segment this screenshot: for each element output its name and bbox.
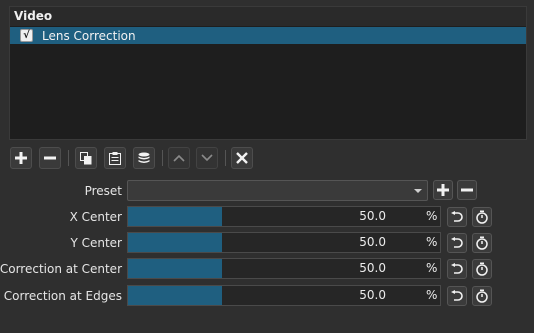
reset-button[interactable] bbox=[447, 233, 467, 253]
database-icon bbox=[138, 152, 150, 163]
correction-at-edges-slider[interactable]: 50.0 % bbox=[127, 285, 441, 306]
param-row-correction-center: Correction at Center 50.0 % bbox=[0, 258, 534, 280]
slider-unit: % bbox=[426, 235, 438, 249]
param-row-correction-edges: Correction at Edges 50.0 % bbox=[0, 285, 534, 307]
save-preset-button[interactable] bbox=[433, 180, 453, 200]
filter-enabled-checkbox[interactable]: √ bbox=[20, 29, 33, 42]
keyframes-button[interactable] bbox=[472, 207, 492, 227]
slider-value: 50.0 bbox=[359, 261, 386, 275]
paste-filters-button[interactable] bbox=[104, 147, 126, 169]
minus-icon bbox=[461, 188, 473, 192]
keyframes-button[interactable] bbox=[472, 233, 492, 253]
preset-combobox[interactable] bbox=[127, 180, 428, 201]
delete-preset-button[interactable] bbox=[457, 180, 477, 200]
reset-button[interactable] bbox=[447, 286, 467, 306]
param-label: X Center bbox=[69, 210, 122, 224]
copy-icon bbox=[80, 151, 92, 164]
deselect-button[interactable] bbox=[231, 147, 253, 169]
undo-icon bbox=[451, 237, 463, 248]
param-label: Correction at Center bbox=[0, 262, 122, 276]
filter-toolbar bbox=[10, 147, 530, 169]
add-filter-button[interactable] bbox=[10, 147, 32, 169]
keyframes-button[interactable] bbox=[472, 259, 492, 279]
slider-fill bbox=[128, 259, 222, 278]
preset-row: Preset bbox=[0, 180, 534, 202]
slider-fill bbox=[128, 233, 222, 252]
paste-icon bbox=[109, 151, 121, 165]
param-label: Correction at Edges bbox=[3, 289, 122, 303]
filter-item-lens-correction[interactable]: √ Lens Correction bbox=[10, 27, 526, 44]
plus-icon bbox=[437, 184, 449, 196]
toolbar-separator bbox=[162, 150, 163, 166]
slider-unit: % bbox=[426, 288, 438, 302]
list-header-video: Video bbox=[10, 7, 526, 26]
slider-fill bbox=[128, 286, 222, 305]
toolbar-separator bbox=[225, 150, 226, 166]
slider-fill bbox=[128, 207, 222, 226]
filter-list[interactable]: Video √ Lens Correction bbox=[9, 6, 527, 140]
param-row-y-center: Y Center 50.0 % bbox=[0, 232, 534, 254]
minus-icon bbox=[44, 156, 56, 160]
preset-label: Preset bbox=[84, 184, 122, 198]
stopwatch-icon bbox=[476, 289, 488, 303]
chevron-up-icon bbox=[173, 154, 185, 162]
remove-filter-button[interactable] bbox=[39, 147, 61, 169]
chevron-down-icon bbox=[201, 154, 213, 162]
slider-value: 50.0 bbox=[359, 235, 386, 249]
reset-button[interactable] bbox=[447, 207, 467, 227]
stopwatch-icon bbox=[476, 210, 488, 224]
param-row-x-center: X Center 50.0 % bbox=[0, 206, 534, 228]
undo-icon bbox=[451, 263, 463, 274]
slider-value: 50.0 bbox=[359, 209, 386, 223]
move-up-button[interactable] bbox=[168, 147, 190, 169]
slider-unit: % bbox=[426, 261, 438, 275]
save-filter-set-button[interactable] bbox=[133, 147, 155, 169]
x-center-slider[interactable]: 50.0 % bbox=[127, 206, 441, 227]
slider-value: 50.0 bbox=[359, 288, 386, 302]
y-center-slider[interactable]: 50.0 % bbox=[127, 232, 441, 253]
undo-icon bbox=[451, 290, 463, 301]
plus-icon bbox=[15, 152, 27, 164]
close-icon bbox=[236, 152, 248, 164]
reset-button[interactable] bbox=[447, 259, 467, 279]
move-down-button[interactable] bbox=[196, 147, 218, 169]
stopwatch-icon bbox=[476, 236, 488, 250]
undo-icon bbox=[451, 211, 463, 222]
stopwatch-icon bbox=[476, 262, 488, 276]
dropdown-arrow-icon bbox=[414, 189, 422, 193]
correction-at-center-slider[interactable]: 50.0 % bbox=[127, 258, 441, 279]
keyframes-button[interactable] bbox=[472, 286, 492, 306]
filter-item-label: Lens Correction bbox=[42, 28, 136, 43]
param-label: Y Center bbox=[70, 236, 122, 250]
toolbar-separator bbox=[68, 150, 69, 166]
copy-filters-button[interactable] bbox=[75, 147, 97, 169]
slider-unit: % bbox=[426, 209, 438, 223]
